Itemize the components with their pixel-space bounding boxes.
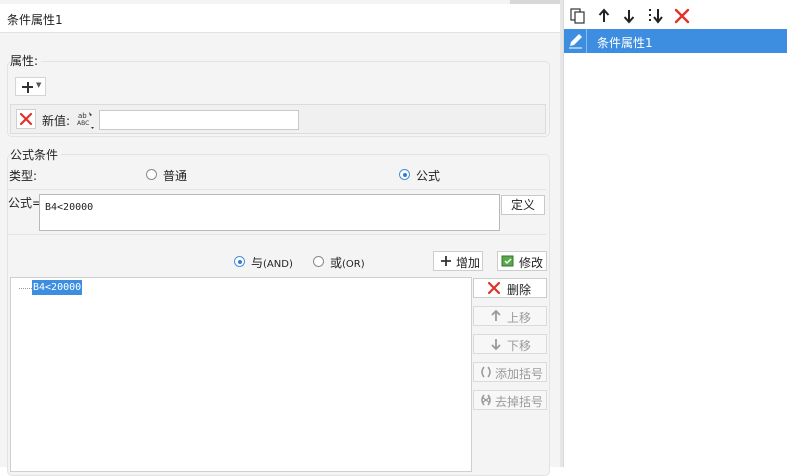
attribute-list-toolbar	[563, 5, 798, 27]
modify-icon	[501, 255, 514, 267]
logic-and-label[interactable]: 与(AND)	[251, 254, 293, 271]
chevron-down-icon: ▼	[36, 81, 42, 89]
add-attribute-button[interactable]: ▼	[15, 77, 46, 96]
remove-parentheses-label: 去掉括号	[495, 395, 544, 409]
formula-textarea[interactable]: B4<20000	[39, 194, 500, 231]
plus-icon-vertical	[26, 81, 29, 93]
move-up-icon[interactable]	[595, 7, 613, 25]
divider	[8, 234, 546, 235]
condition-tree-item[interactable]: B4<20000	[32, 280, 83, 295]
move-up-label: 上移	[507, 311, 532, 325]
svg-text:ABC: ABC	[77, 120, 89, 127]
move-bottom-icon[interactable]	[647, 7, 665, 25]
formula-condition-title: 公式条件	[10, 146, 62, 163]
copy-icon[interactable]	[569, 7, 587, 25]
type-formula-radio[interactable]	[399, 169, 410, 180]
logic-and-text: 与	[251, 256, 264, 270]
formula-value: B4<20000	[45, 202, 94, 213]
add-condition-button[interactable]: 增加	[433, 251, 483, 271]
move-down-icon[interactable]	[620, 7, 638, 25]
delete-icon[interactable]	[673, 7, 691, 25]
page-title: 条件属性1	[7, 13, 63, 27]
divider	[8, 189, 546, 190]
modify-condition-button[interactable]: 修改	[497, 251, 547, 271]
define-button[interactable]: 定义	[501, 195, 545, 215]
logic-or-text: 或	[330, 256, 343, 270]
logic-and-suffix: (AND)	[263, 259, 293, 270]
add-parentheses-button[interactable]: 添加括号	[473, 362, 547, 382]
type-formula-label[interactable]: 公式	[416, 167, 440, 184]
logic-or-label[interactable]: 或(OR)	[330, 254, 365, 271]
delete-condition-button[interactable]: 删除	[473, 278, 547, 298]
type-normal-radio[interactable]	[146, 169, 157, 180]
logic-or-suffix: (OR)	[342, 259, 365, 270]
move-down-button[interactable]: 下移	[473, 334, 547, 354]
tree-connector	[19, 288, 32, 290]
edit-cell[interactable]	[564, 29, 587, 53]
remove-parentheses-icon	[481, 394, 491, 406]
modify-condition-label: 修改	[519, 256, 544, 270]
attribute-list-item[interactable]: 条件属性1	[564, 29, 787, 53]
new-value-label: 新值:	[42, 114, 71, 128]
logic-or-radio[interactable]	[313, 256, 324, 267]
attribute-group-title: 属性:	[10, 52, 42, 69]
arrow-down-icon	[491, 339, 501, 351]
close-icon	[487, 281, 501, 295]
text-format-icon[interactable]: ab ABC	[75, 110, 97, 130]
parentheses-icon	[481, 366, 491, 378]
new-value-input[interactable]	[99, 110, 299, 130]
attribute-list-item-label: 条件属性1	[597, 36, 653, 50]
attribute-list-pane	[563, 0, 798, 467]
remove-attribute-button[interactable]	[16, 109, 36, 129]
new-value-row: 新值: ab ABC	[10, 104, 546, 134]
close-icon	[19, 112, 33, 126]
plus-icon	[441, 256, 451, 266]
condition-tree[interactable]: B4<20000	[10, 277, 472, 472]
formula-label: 公式=	[8, 196, 43, 210]
delete-label: 删除	[507, 283, 532, 297]
type-normal-label[interactable]: 普通	[163, 167, 187, 184]
pencil-icon	[569, 34, 582, 49]
logic-and-radio[interactable]	[234, 256, 245, 267]
arrow-up-icon	[491, 309, 501, 321]
move-up-button[interactable]: 上移	[473, 306, 547, 326]
move-down-label: 下移	[507, 339, 532, 353]
type-label: 类型:	[9, 169, 38, 183]
title-bar: 条件属性1	[0, 4, 560, 33]
svg-text:ab: ab	[78, 112, 87, 120]
add-condition-label: 增加	[456, 256, 481, 270]
remove-parentheses-button[interactable]: 去掉括号	[473, 390, 547, 410]
add-parentheses-label: 添加括号	[495, 367, 544, 381]
